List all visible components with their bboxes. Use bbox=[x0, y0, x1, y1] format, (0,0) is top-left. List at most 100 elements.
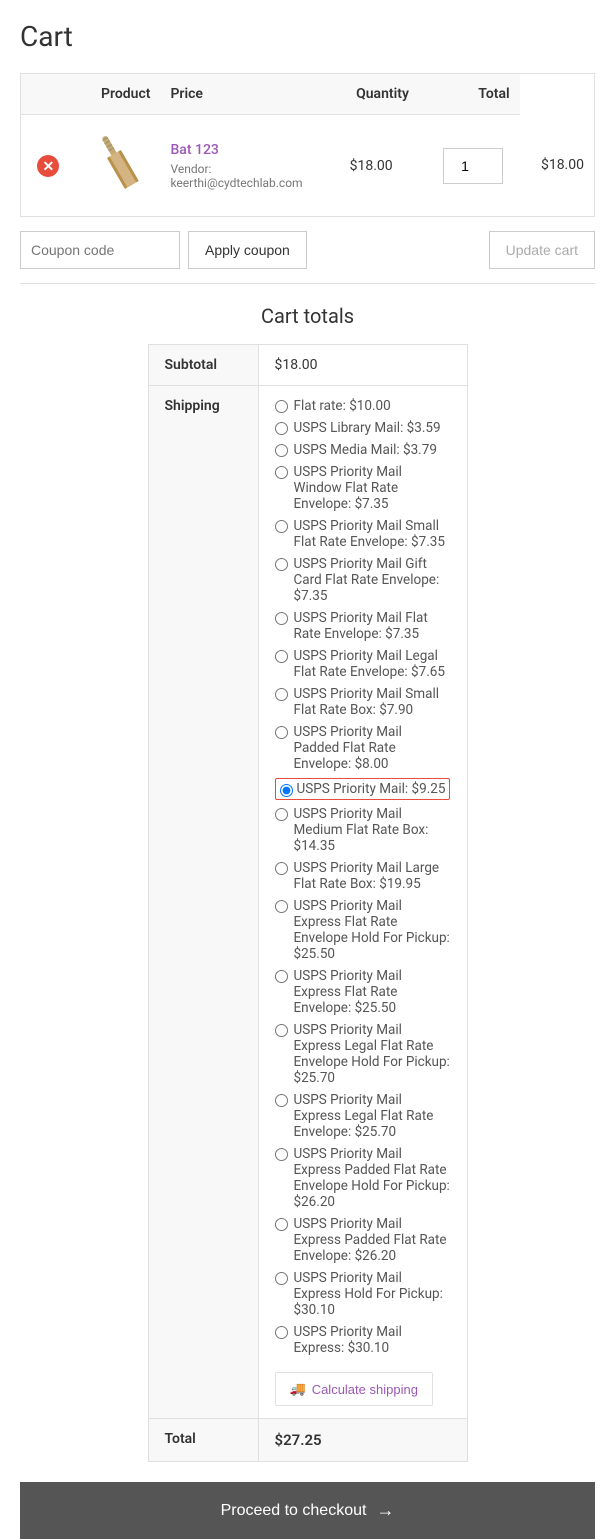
total-cell: $18.00 bbox=[520, 115, 595, 217]
shipping-option-label: USPS Priority Mail Small Flat Rate Box: … bbox=[294, 686, 451, 718]
close-icon: ✕ bbox=[37, 155, 59, 177]
shipping-option-label: Flat rate: $10.00 bbox=[294, 398, 391, 414]
shipping-option-label: USPS Media Mail: $3.79 bbox=[294, 442, 437, 458]
shipping-option-label: USPS Priority Mail Express Padded Flat R… bbox=[294, 1216, 451, 1264]
shipping-option-item: USPS Priority Mail Flat Rate Envelope: $… bbox=[275, 610, 451, 642]
table-header-row: Product Price Quantity Total bbox=[21, 74, 595, 115]
product-image-cell bbox=[76, 115, 161, 217]
shipping-option-radio[interactable] bbox=[275, 466, 288, 479]
shipping-option-label: USPS Priority Mail Padded Flat Rate Enve… bbox=[294, 724, 451, 772]
shipping-option-item: USPS Priority Mail Gift Card Flat Rate E… bbox=[275, 556, 451, 604]
subtotal-row: Subtotal $18.00 bbox=[148, 345, 467, 386]
page-title: Cart bbox=[20, 20, 595, 53]
shipping-option-radio[interactable] bbox=[275, 900, 288, 913]
shipping-option-radio[interactable] bbox=[280, 784, 293, 797]
shipping-option-label: USPS Priority Mail Express: $30.10 bbox=[294, 1324, 451, 1356]
remove-item-button[interactable]: ✕ bbox=[37, 155, 59, 177]
shipping-option-radio[interactable] bbox=[275, 970, 288, 983]
shipping-option-radio[interactable] bbox=[275, 1326, 288, 1339]
shipping-option-item: USPS Priority Mail Express Flat Rate Env… bbox=[275, 898, 451, 962]
total-row: Total $27.25 bbox=[148, 1419, 467, 1462]
shipping-option-radio[interactable] bbox=[275, 520, 288, 533]
shipping-option-label: USPS Priority Mail Large Flat Rate Box: … bbox=[294, 860, 451, 892]
shipping-option-label: USPS Priority Mail Express Legal Flat Ra… bbox=[294, 1022, 451, 1086]
shipping-option-item: Flat rate: $10.00 bbox=[275, 398, 451, 414]
shipping-option-radio[interactable] bbox=[275, 444, 288, 457]
col-header-product: Product bbox=[21, 74, 161, 115]
shipping-option-item: USPS Media Mail: $3.79 bbox=[275, 442, 451, 458]
cart-totals-table: Subtotal $18.00 Shipping Flat rate: $10.… bbox=[148, 344, 468, 1462]
shipping-option-label: USPS Priority Mail Express Flat Rate Env… bbox=[294, 898, 451, 962]
shipping-option-item: USPS Priority Mail Express Flat Rate Env… bbox=[275, 968, 451, 1016]
shipping-row: Shipping Flat rate: $10.00 USPS Library M… bbox=[148, 386, 467, 1419]
shipping-option-radio[interactable] bbox=[275, 726, 288, 739]
shipping-option-label: USPS Priority Mail Express Flat Rate Env… bbox=[294, 968, 451, 1016]
update-cart-button[interactable]: Update cart bbox=[489, 231, 595, 269]
calculate-shipping-label: Calculate shipping bbox=[312, 1382, 418, 1397]
col-header-quantity: Quantity bbox=[340, 74, 426, 115]
shipping-option-selected-wrapper: USPS Priority Mail: $9.25 bbox=[275, 778, 451, 800]
shipping-option-radio[interactable] bbox=[275, 1272, 288, 1285]
arrow-right-icon: → bbox=[376, 1500, 394, 1521]
shipping-option-item: USPS Priority Mail Express Hold For Pick… bbox=[275, 1270, 451, 1318]
truck-icon: 🚚 bbox=[290, 1381, 306, 1397]
shipping-option-item: USPS Priority Mail Express Padded Flat R… bbox=[275, 1216, 451, 1264]
shipping-option-label: USPS Priority Mail: $9.25 bbox=[297, 781, 446, 797]
shipping-option-radio[interactable] bbox=[275, 1094, 288, 1107]
shipping-option-radio[interactable] bbox=[275, 650, 288, 663]
table-row: ✕ bbox=[21, 115, 595, 217]
col-header-price: Price bbox=[160, 74, 339, 115]
shipping-option-item: USPS Priority Mail Express Padded Flat R… bbox=[275, 1146, 451, 1210]
shipping-option-item: USPS Priority Mail Small Flat Rate Box: … bbox=[275, 686, 451, 718]
shipping-option-radio[interactable] bbox=[275, 1218, 288, 1231]
calculate-shipping-button[interactable]: 🚚 Calculate shipping bbox=[275, 1372, 433, 1406]
coupon-input[interactable] bbox=[20, 231, 180, 269]
shipping-option-label: USPS Priority Mail Window Flat Rate Enve… bbox=[294, 464, 451, 512]
shipping-option-item: USPS Library Mail: $3.59 bbox=[275, 420, 451, 436]
shipping-label: Shipping bbox=[148, 386, 258, 1419]
shipping-option-label: USPS Priority Mail Small Flat Rate Envel… bbox=[294, 518, 451, 550]
shipping-option-radio[interactable] bbox=[275, 688, 288, 701]
shipping-options-cell: Flat rate: $10.00 USPS Library Mail: $3.5… bbox=[258, 386, 467, 1419]
shipping-option-radio[interactable] bbox=[275, 612, 288, 625]
shipping-option-item: USPS Priority Mail Express: $30.10 bbox=[275, 1324, 451, 1356]
cart-totals-section: Cart totals Subtotal $18.00 Shipping Fla… bbox=[20, 284, 595, 1462]
shipping-option-label: USPS Priority Mail Express Hold For Pick… bbox=[294, 1270, 451, 1318]
shipping-option-item: USPS Priority Mail Small Flat Rate Envel… bbox=[275, 518, 451, 550]
total-label: Total bbox=[148, 1419, 258, 1462]
subtotal-value: $18.00 bbox=[258, 345, 467, 386]
checkout-section: Proceed to checkout → bbox=[20, 1482, 595, 1539]
shipping-option-radio[interactable] bbox=[275, 558, 288, 571]
proceed-to-checkout-button[interactable]: Proceed to checkout → bbox=[20, 1482, 595, 1539]
total-value: $27.25 bbox=[258, 1419, 467, 1462]
apply-coupon-button[interactable]: Apply coupon bbox=[188, 231, 307, 269]
shipping-option-radio[interactable] bbox=[275, 422, 288, 435]
shipping-option-item: USPS Priority Mail Express Legal Flat Ra… bbox=[275, 1022, 451, 1086]
shipping-option-item: USPS Priority Mail Padded Flat Rate Enve… bbox=[275, 724, 451, 772]
col-header-total: Total bbox=[425, 74, 519, 115]
shipping-option-radio[interactable] bbox=[275, 808, 288, 821]
shipping-option-radio[interactable] bbox=[275, 1148, 288, 1161]
shipping-option-label: USPS Priority Mail Gift Card Flat Rate E… bbox=[294, 556, 451, 604]
shipping-option-label: USPS Priority Mail Flat Rate Envelope: $… bbox=[294, 610, 451, 642]
shipping-option-radio[interactable] bbox=[275, 862, 288, 875]
price-cell: $18.00 bbox=[340, 115, 426, 217]
shipping-option-item: USPS Priority Mail Express Legal Flat Ra… bbox=[275, 1092, 451, 1140]
product-image bbox=[96, 131, 141, 196]
product-link[interactable]: Bat 123 bbox=[170, 142, 218, 158]
subtotal-label: Subtotal bbox=[148, 345, 258, 386]
shipping-option-item: USPS Priority Mail Medium Flat Rate Box:… bbox=[275, 806, 451, 854]
checkout-label: Proceed to checkout bbox=[221, 1502, 367, 1520]
quantity-cell bbox=[425, 115, 519, 217]
shipping-option-item: USPS Priority Mail Large Flat Rate Box: … bbox=[275, 860, 451, 892]
shipping-option-radio[interactable] bbox=[275, 400, 288, 413]
shipping-option-label: USPS Priority Mail Express Padded Flat R… bbox=[294, 1146, 451, 1210]
coupon-row: Apply coupon Update cart bbox=[20, 217, 595, 284]
quantity-input[interactable] bbox=[443, 148, 503, 184]
remove-cell: ✕ bbox=[21, 115, 76, 217]
cart-totals-title: Cart totals bbox=[261, 304, 354, 328]
shipping-options-list: Flat rate: $10.00 USPS Library Mail: $3.5… bbox=[275, 398, 451, 1356]
shipping-option-radio[interactable] bbox=[275, 1024, 288, 1037]
vendor-email: keerthi@cydtechlab.com bbox=[170, 176, 329, 190]
shipping-option-item: USPS Priority Mail: $9.25 bbox=[275, 778, 451, 800]
